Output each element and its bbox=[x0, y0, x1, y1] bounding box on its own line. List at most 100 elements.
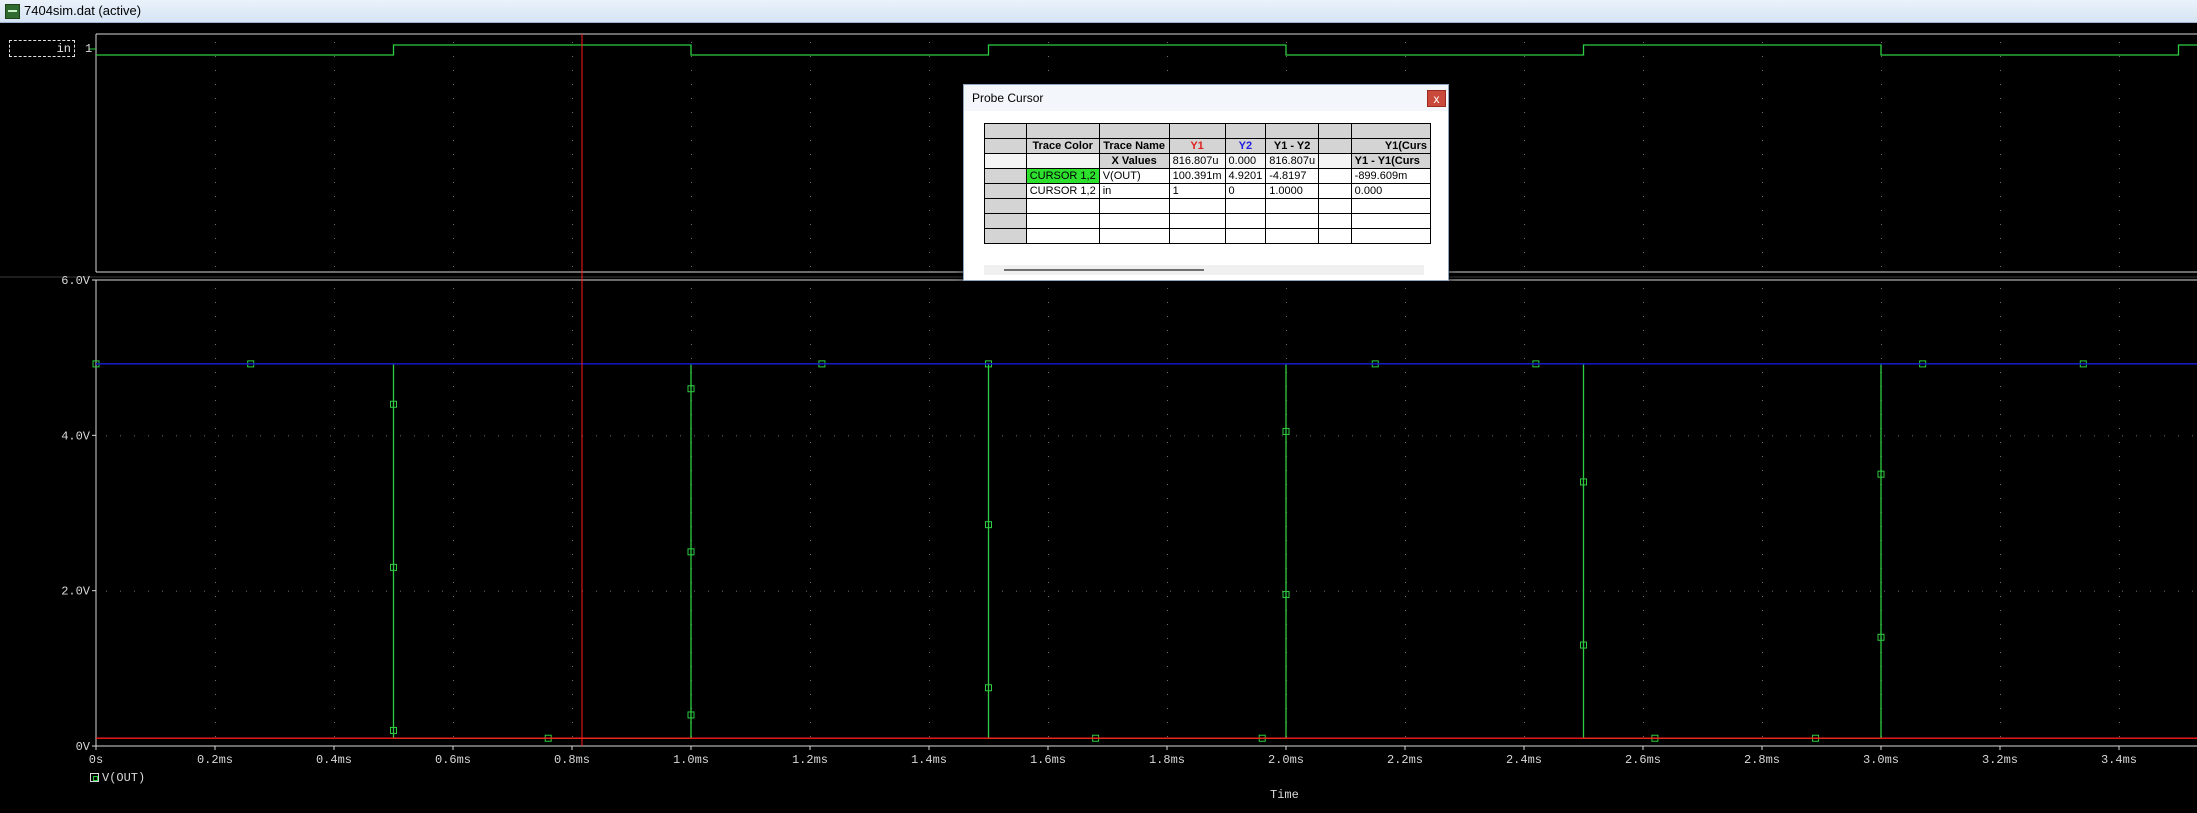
grid-dot bbox=[1762, 694, 1763, 695]
xv-label[interactable]: X Values bbox=[1098, 153, 1170, 169]
grid-dot bbox=[428, 435, 429, 437]
grid-dot bbox=[334, 610, 335, 611]
probe-cursor-titlebar[interactable]: Probe Cursor x bbox=[964, 85, 1448, 111]
row-header-cell[interactable] bbox=[984, 198, 1027, 214]
grid-dot bbox=[2164, 435, 2165, 437]
grid-dot bbox=[2164, 590, 2165, 592]
grid-dot bbox=[334, 554, 335, 555]
header-y1-minus-y2[interactable]: Y1 - Y2 bbox=[1265, 138, 1320, 154]
row-header-cell[interactable] bbox=[984, 183, 1027, 199]
x-tick-label: 0s bbox=[89, 753, 103, 767]
grid-dot bbox=[1828, 590, 1829, 592]
grid-dot bbox=[691, 344, 692, 345]
grid-dot bbox=[1762, 582, 1763, 583]
xv-blank[interactable] bbox=[1318, 153, 1352, 169]
probe-cursor-window[interactable]: Probe Cursor x Trace Color Trace Name Y1… bbox=[963, 84, 1449, 281]
trace-color-swatch[interactable]: CURSOR 1,2 bbox=[1025, 168, 1100, 184]
y-tick-label: 0V bbox=[76, 740, 91, 754]
grid-dot bbox=[498, 590, 499, 592]
row-header-cell[interactable] bbox=[984, 228, 1027, 244]
grid-dot bbox=[2119, 428, 2120, 429]
grid-dot bbox=[1167, 456, 1168, 457]
grid-dot bbox=[2119, 624, 2120, 625]
xv-diff[interactable]: 816.807u bbox=[1265, 153, 1320, 169]
table-row: CURSOR 1,2 V(OUT) 100.391m 4.9201 -4.819… bbox=[984, 168, 1431, 184]
legend-marker-icon bbox=[90, 773, 99, 782]
grid-dot bbox=[1524, 224, 1525, 225]
grid-dot bbox=[1524, 582, 1525, 583]
grid-dot bbox=[2119, 330, 2120, 331]
probe-cursor-table[interactable]: Trace Color Trace Name Y1 Y2 Y1 - Y2 Y1(… bbox=[984, 123, 1431, 244]
probe-cursor-grid[interactable]: Trace Color Trace Name Y1 Y2 Y1 - Y2 Y1(… bbox=[984, 123, 1431, 265]
grid-dot bbox=[1762, 358, 1763, 359]
trace-name-cell[interactable]: V(OUT) bbox=[1098, 168, 1170, 184]
grid-dot bbox=[334, 210, 335, 211]
xv-cell[interactable] bbox=[1025, 153, 1100, 169]
grid-dot bbox=[453, 98, 454, 99]
header-blank[interactable] bbox=[1318, 138, 1352, 154]
header-trace-name[interactable]: Trace Name bbox=[1098, 138, 1170, 154]
grid-dot bbox=[929, 330, 930, 331]
grid-dot bbox=[2108, 590, 2109, 592]
diff-cell[interactable]: 1.0000 bbox=[1265, 183, 1320, 199]
header-y1[interactable]: Y1 bbox=[1168, 138, 1226, 154]
grid-dot bbox=[652, 435, 653, 437]
grid-dot bbox=[691, 330, 692, 331]
row-header-cell[interactable] bbox=[984, 213, 1027, 229]
grid-dot bbox=[810, 182, 811, 183]
blank-cell[interactable] bbox=[1318, 168, 1352, 184]
y1-cell[interactable]: 1 bbox=[1168, 183, 1226, 199]
grid-dot bbox=[1898, 435, 1899, 437]
diff-cell[interactable]: -4.8197 bbox=[1265, 168, 1320, 184]
grid-dot bbox=[572, 624, 573, 625]
grid-dot bbox=[1524, 84, 1525, 85]
row-header-cell[interactable] bbox=[984, 138, 1027, 154]
trace-color-cell[interactable]: CURSOR 1,2 bbox=[1025, 183, 1100, 199]
grid-dot bbox=[810, 84, 811, 85]
grid-dot bbox=[2119, 344, 2120, 345]
grid-dot bbox=[453, 70, 454, 71]
grid-dot bbox=[2119, 84, 2120, 85]
table-row bbox=[984, 198, 1431, 214]
probe-horizontal-scrollbar[interactable] bbox=[984, 265, 1424, 275]
digital-trace-label[interactable]: in bbox=[9, 40, 75, 57]
grid-dot bbox=[1405, 288, 1406, 289]
grid-dot bbox=[1405, 498, 1406, 499]
grid-dot bbox=[572, 168, 573, 169]
row-header-cell[interactable] bbox=[984, 168, 1027, 184]
y1-cell[interactable]: 100.391m bbox=[1168, 168, 1226, 184]
x-tick-label: 1.4ms bbox=[911, 753, 947, 767]
grid-dot bbox=[1643, 372, 1644, 373]
grid-dot bbox=[1762, 266, 1763, 267]
xv-y1-cursor[interactable]: Y1 - Y1(Curs bbox=[1350, 153, 1431, 169]
grid-dot bbox=[2136, 435, 2137, 437]
grid-dot bbox=[1167, 344, 1168, 345]
xv-y1[interactable]: 816.807u bbox=[1168, 153, 1226, 169]
grid-dot bbox=[1002, 590, 1003, 592]
grid-dot bbox=[1954, 590, 1955, 592]
grid-dot bbox=[1524, 154, 1525, 155]
header-y1-cursor[interactable]: Y1(Curs bbox=[1350, 138, 1431, 154]
header-y2[interactable]: Y2 bbox=[1224, 138, 1267, 154]
grid-dot bbox=[134, 590, 135, 592]
scrollbar-thumb[interactable] bbox=[1004, 269, 1204, 271]
grid-dot bbox=[120, 435, 121, 437]
trace-name-cell[interactable]: in bbox=[1098, 183, 1170, 199]
grid-dot bbox=[334, 680, 335, 681]
y2-cell[interactable]: 4.9201 bbox=[1224, 168, 1267, 184]
grid-dot bbox=[890, 590, 891, 592]
x-tick-label: 3.2ms bbox=[1982, 753, 2018, 767]
xv-y2[interactable]: 0.000 bbox=[1224, 153, 1267, 169]
close-icon[interactable]: x bbox=[1427, 90, 1446, 107]
y2-cell[interactable]: 0 bbox=[1224, 183, 1267, 199]
y1-cursor-cell[interactable]: 0.000 bbox=[1350, 183, 1431, 199]
row-header-cell[interactable] bbox=[984, 123, 1027, 139]
legend-vout[interactable]: V(OUT) bbox=[90, 771, 145, 787]
y1-cursor-cell[interactable]: -899.609m bbox=[1350, 168, 1431, 184]
row-header-cell[interactable] bbox=[984, 153, 1027, 169]
grid-dot bbox=[456, 590, 457, 592]
grid-dot bbox=[862, 435, 863, 437]
grid-dot bbox=[2094, 435, 2095, 437]
header-trace-color[interactable]: Trace Color bbox=[1025, 138, 1100, 154]
blank-cell[interactable] bbox=[1318, 183, 1352, 199]
